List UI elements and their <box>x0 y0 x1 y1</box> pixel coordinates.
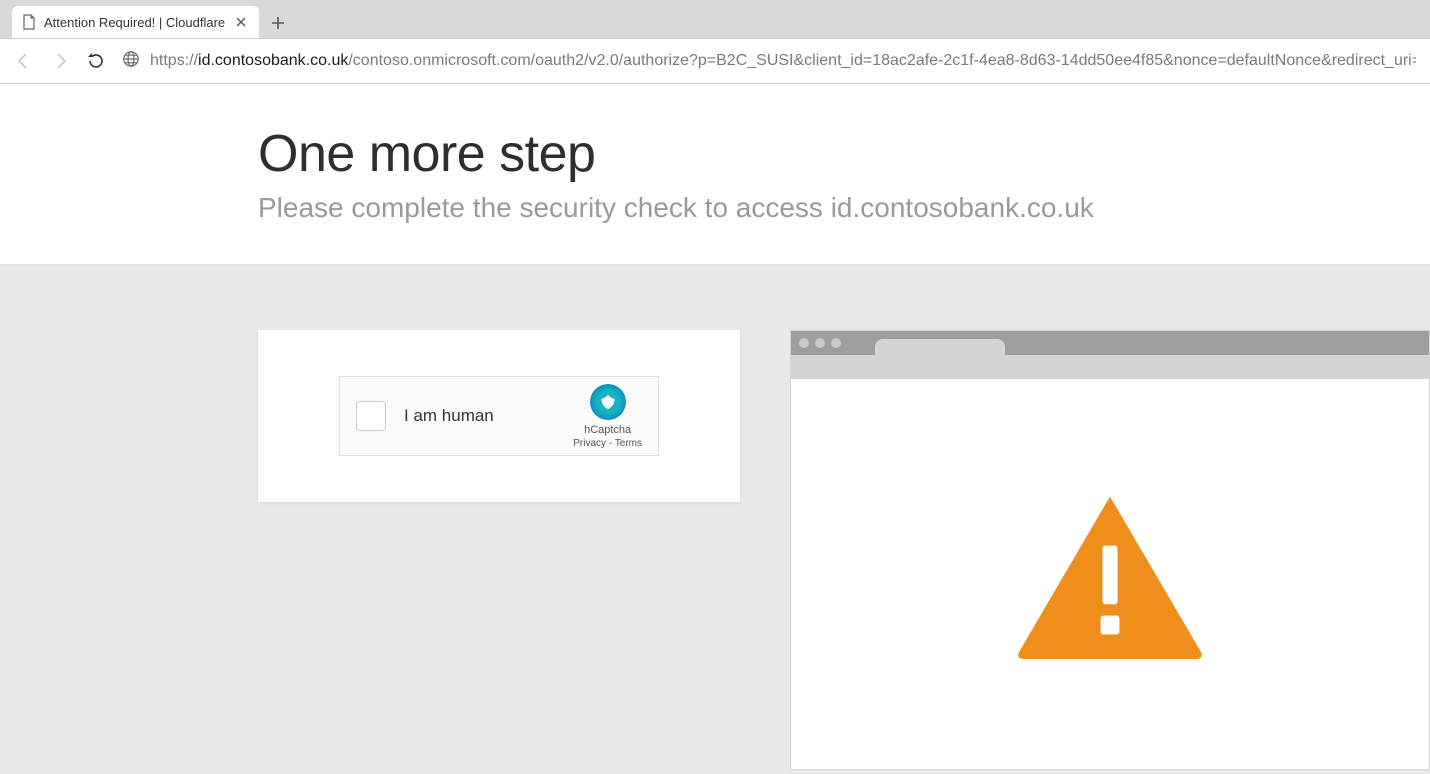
tab-strip: Attention Required! | Cloudflare <box>0 0 1430 38</box>
captcha-label: I am human <box>404 406 555 426</box>
tab-title: Attention Required! | Cloudflare <box>44 15 225 30</box>
captcha-checkbox[interactable] <box>356 401 386 431</box>
captcha-card: I am human hCaptcha Privacy - Terms <box>258 330 740 502</box>
page-header: One more step Please complete the securi… <box>0 84 1430 265</box>
captcha-widget: I am human hCaptcha Privacy - Terms <box>339 376 659 456</box>
illustration-tab-icon <box>875 339 1005 355</box>
page-content: I am human hCaptcha Privacy - Terms <box>0 265 1430 770</box>
hcaptcha-logo-icon <box>590 384 626 420</box>
window-dot-icon <box>799 338 809 348</box>
page-subtitle: Please complete the security check to ac… <box>258 192 1430 224</box>
illustration-window <box>790 330 1430 770</box>
window-dot-icon <box>831 338 841 348</box>
url-prefix: https:// <box>150 52 198 69</box>
captcha-link-separator: - <box>606 438 615 449</box>
browser-toolbar: https://id.contosobank.co.uk/contoso.onm… <box>0 38 1430 84</box>
new-tab-button[interactable] <box>263 8 293 38</box>
illustration-body <box>791 379 1429 769</box>
captcha-terms-link[interactable]: Terms <box>615 438 642 449</box>
captcha-brand: hCaptcha Privacy - Terms <box>573 384 642 449</box>
back-button[interactable] <box>14 51 34 71</box>
url-host: id.contosobank.co.uk <box>198 52 348 69</box>
illustration-toolbar <box>791 355 1429 379</box>
warning-triangle-icon <box>1015 489 1205 659</box>
captcha-links: Privacy - Terms <box>573 438 642 449</box>
address-bar[interactable]: https://id.contosobank.co.uk/contoso.onm… <box>122 50 1416 73</box>
forward-button[interactable] <box>50 51 70 71</box>
window-dot-icon <box>815 338 825 348</box>
browser-tab[interactable]: Attention Required! | Cloudflare <box>12 6 259 38</box>
captcha-privacy-link[interactable]: Privacy <box>573 438 606 449</box>
captcha-brand-name: hCaptcha <box>584 424 631 436</box>
browser-chrome: Attention Required! | Cloudflare https:/… <box>0 0 1430 84</box>
close-tab-button[interactable] <box>233 14 249 30</box>
page-icon <box>22 14 36 30</box>
globe-icon <box>122 50 140 73</box>
url-path: /contoso.onmicrosoft.com/oauth2/v2.0/aut… <box>348 52 1416 69</box>
illustration-titlebar <box>791 331 1429 355</box>
refresh-button[interactable] <box>86 51 106 71</box>
url-text: https://id.contosobank.co.uk/contoso.onm… <box>150 52 1416 70</box>
page-title: One more step <box>258 124 1430 184</box>
